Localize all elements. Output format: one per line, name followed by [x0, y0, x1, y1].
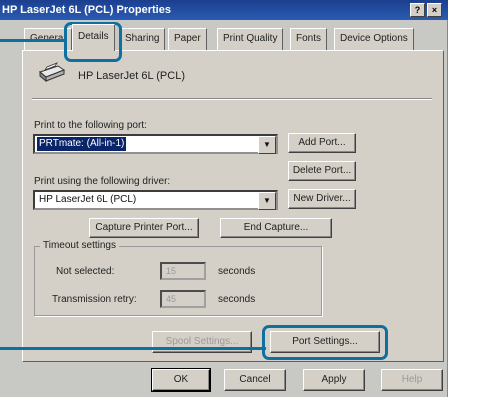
end-capture-button[interactable]: End Capture...	[220, 218, 332, 238]
delete-port-button[interactable]: Delete Port...	[288, 161, 356, 181]
printer-name: HP LaserJet 6L (PCL)	[78, 70, 185, 82]
title-bar: HP LaserJet 6L (PCL) Properties	[0, 0, 448, 20]
capture-printer-port-button[interactable]: Capture Printer Port...	[89, 218, 199, 238]
tab-paper[interactable]: Paper	[168, 28, 207, 50]
chevron-down-icon[interactable]: ▼	[258, 136, 276, 154]
tab-sharing[interactable]: Sharing	[119, 28, 166, 50]
new-driver-button[interactable]: New Driver...	[288, 189, 356, 209]
close-title-button[interactable]: ×	[427, 3, 442, 17]
callout-leader-port-settings	[0, 347, 266, 350]
port-label: Print to the following port:	[34, 120, 147, 131]
transmission-retry-field[interactable]: 45	[160, 290, 206, 308]
apply-button[interactable]: Apply	[303, 369, 365, 391]
driver-label: Print using the following driver:	[34, 176, 171, 187]
help-title-button[interactable]: ?	[410, 3, 425, 17]
window-title: HP LaserJet 6L (PCL) Properties	[2, 4, 171, 16]
ok-button[interactable]: OK	[152, 369, 210, 391]
transmission-retry-unit: seconds	[218, 294, 256, 305]
port-select[interactable]: PRTmate: (All-in-1) ▼	[33, 134, 278, 154]
add-port-button[interactable]: Add Port...	[288, 133, 356, 153]
timeout-group-label: Timeout settings	[40, 240, 119, 251]
driver-value: HP LaserJet 6L (PCL)	[39, 194, 137, 205]
not-selected-field[interactable]: 15	[160, 262, 206, 280]
tab-print-quality[interactable]: Print Quality	[217, 28, 284, 50]
tab-device-options[interactable]: Device Options	[334, 28, 414, 50]
not-selected-unit: seconds	[218, 266, 256, 277]
transmission-retry-label: Transmission retry:	[52, 294, 137, 305]
header-divider	[32, 98, 432, 99]
printer-icon	[36, 60, 66, 84]
not-selected-label: Not selected:	[56, 266, 115, 277]
driver-select[interactable]: HP LaserJet 6L (PCL) ▼	[33, 190, 278, 210]
callout-leader-details	[0, 39, 66, 42]
chevron-down-icon[interactable]: ▼	[258, 192, 276, 210]
tab-fonts[interactable]: Fonts	[290, 28, 328, 50]
cancel-button[interactable]: Cancel	[224, 369, 286, 391]
tab-details[interactable]: Details	[72, 24, 115, 51]
callout-port-settings	[262, 325, 388, 360]
port-value: PRTmate: (All-in-1)	[37, 137, 127, 151]
help-button[interactable]: Help	[381, 369, 443, 391]
